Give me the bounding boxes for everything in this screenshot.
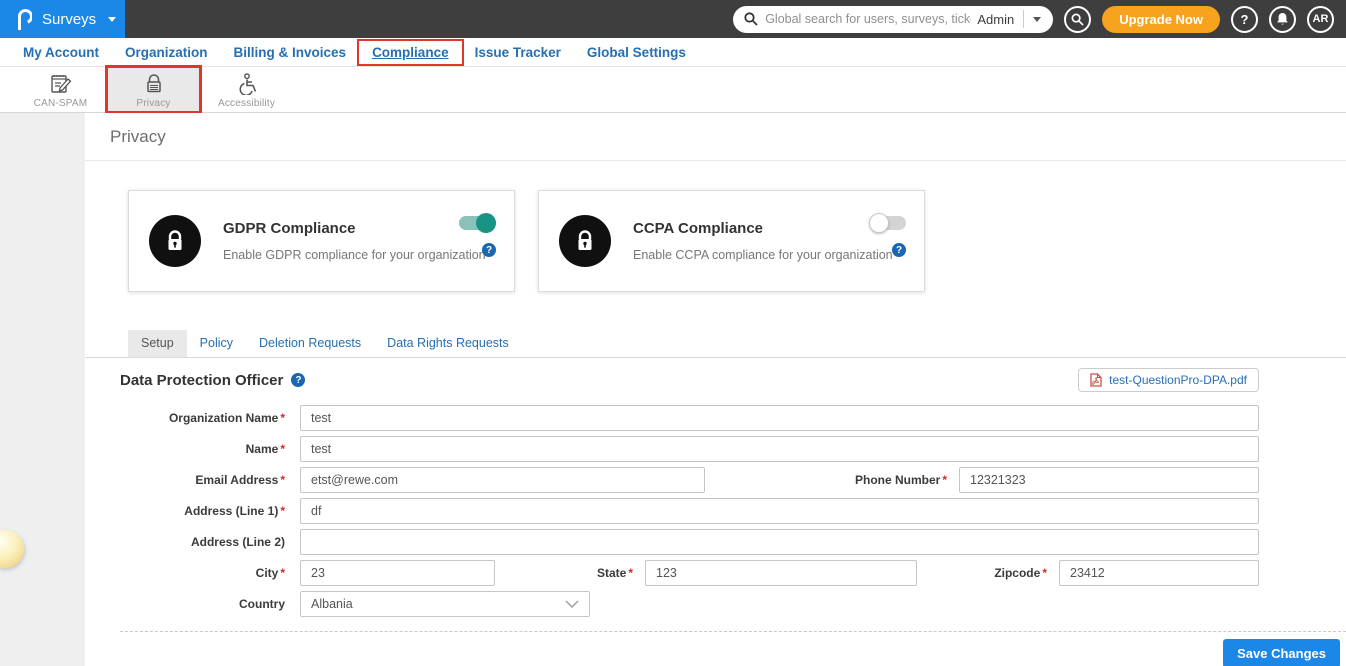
- subnav-label: Accessibility: [218, 98, 275, 109]
- dpo-header: Data Protection Officer ? test-QuestionP…: [85, 358, 1346, 392]
- topbar-actions: Admin Upgrade Now ? AR: [733, 6, 1346, 33]
- ccpa-card: CCPA Compliance Enable CCPA compliance f…: [538, 190, 925, 292]
- compliance-subnav: CAN-SPAM Privacy Accessibility: [0, 67, 1346, 113]
- nav-my-account[interactable]: My Account: [10, 41, 112, 64]
- ccpa-card-description: Enable CCPA compliance for your organiza…: [633, 248, 893, 262]
- zipcode-label: Zipcode*: [917, 566, 1059, 580]
- form-row-email-phone: Email Address* Phone Number*: [85, 467, 1346, 493]
- admin-nav: My Account Organization Billing & Invoic…: [0, 38, 1346, 67]
- help-button[interactable]: ?: [1231, 6, 1258, 33]
- pdf-file-icon: [1090, 373, 1102, 387]
- tab-policy[interactable]: Policy: [187, 330, 246, 357]
- avatar[interactable]: AR: [1307, 6, 1334, 33]
- address-line1-input[interactable]: [300, 498, 1259, 524]
- page-area: Privacy GDPR Compliance Enable GDPR comp…: [0, 113, 1346, 666]
- city-label: City*: [85, 566, 300, 580]
- country-select[interactable]: Albania: [300, 591, 590, 617]
- organization-name-label: Organization Name*: [85, 411, 300, 425]
- form-row-city-state-zip: City* State* Zipcode*: [85, 560, 1346, 586]
- product-name: Surveys: [42, 11, 96, 28]
- gdpr-lock-icon: [149, 215, 201, 267]
- nav-organization[interactable]: Organization: [112, 41, 221, 64]
- nav-issue-tracker[interactable]: Issue Tracker: [462, 41, 574, 64]
- form-row-address1: Address (Line 1)*: [85, 498, 1346, 524]
- country-selected-value: Albania: [311, 597, 565, 611]
- search-icon: [744, 12, 758, 26]
- gdpr-toggle[interactable]: [459, 213, 496, 233]
- zipcode-input[interactable]: [1059, 560, 1259, 586]
- dpa-attachment-name: test-QuestionPro-DPA.pdf: [1109, 373, 1247, 387]
- gdpr-help-icon[interactable]: ?: [482, 243, 496, 257]
- city-input[interactable]: [300, 560, 495, 586]
- subnav-label: Privacy: [136, 98, 170, 109]
- name-input[interactable]: [300, 436, 1259, 462]
- state-input[interactable]: [645, 560, 917, 586]
- form-row-organization: Organization Name*: [85, 405, 1346, 431]
- address-line2-input[interactable]: [300, 529, 1259, 555]
- form-row-country: Country Albania: [85, 591, 1346, 617]
- form-row-name: Name*: [85, 436, 1346, 462]
- phone-number-label: Phone Number*: [705, 473, 959, 487]
- organization-name-input[interactable]: [300, 405, 1259, 431]
- subnav-privacy[interactable]: Privacy: [107, 67, 200, 112]
- global-search: Admin: [733, 6, 1053, 33]
- dpo-form: Organization Name* Name* Email Address* …: [85, 405, 1346, 617]
- page-header: Privacy: [85, 113, 1346, 161]
- form-row-address2: Address (Line 2): [85, 529, 1346, 555]
- name-label: Name*: [85, 442, 300, 456]
- ccpa-toggle[interactable]: [869, 213, 906, 233]
- search-button[interactable]: [1064, 6, 1091, 33]
- chevron-down-icon: [565, 600, 579, 608]
- address-line1-label: Address (Line 1)*: [85, 504, 300, 518]
- bell-icon: [1276, 12, 1289, 26]
- lock-icon: [143, 73, 165, 95]
- notifications-button[interactable]: [1269, 6, 1296, 33]
- country-label: Country: [85, 597, 300, 611]
- save-changes-button[interactable]: Save Changes: [1223, 639, 1340, 666]
- state-label: State*: [495, 566, 645, 580]
- search-scope-label: Admin: [971, 10, 1024, 28]
- nav-global-settings[interactable]: Global Settings: [574, 41, 699, 64]
- email-address-label: Email Address*: [85, 473, 300, 487]
- dpa-attachment-link[interactable]: test-QuestionPro-DPA.pdf: [1078, 368, 1259, 392]
- nav-compliance[interactable]: Compliance: [359, 41, 462, 64]
- global-search-input[interactable]: [765, 12, 971, 26]
- ccpa-help-icon[interactable]: ?: [892, 243, 906, 257]
- email-address-input[interactable]: [300, 467, 705, 493]
- gdpr-card: GDPR Compliance Enable GDPR compliance f…: [128, 190, 515, 292]
- ccpa-lock-icon: [559, 215, 611, 267]
- gdpr-card-description: Enable GDPR compliance for your organiza…: [223, 248, 486, 262]
- subnav-accessibility[interactable]: Accessibility: [200, 67, 293, 112]
- product-switcher[interactable]: Surveys: [0, 0, 125, 38]
- tab-data-rights-requests[interactable]: Data Rights Requests: [374, 330, 522, 357]
- feedback-bubble[interactable]: [0, 530, 24, 568]
- subnav-label: CAN-SPAM: [34, 98, 88, 109]
- privacy-panel: Privacy GDPR Compliance Enable GDPR comp…: [85, 113, 1346, 666]
- dpo-heading: Data Protection Officer: [120, 372, 283, 389]
- tab-deletion-requests[interactable]: Deletion Requests: [246, 330, 374, 357]
- questionpro-logo-icon: [16, 8, 32, 31]
- can-spam-icon: [49, 73, 73, 95]
- tab-setup[interactable]: Setup: [128, 330, 187, 357]
- dpo-help-icon[interactable]: ?: [291, 373, 305, 387]
- gdpr-card-title: GDPR Compliance: [223, 220, 486, 237]
- upgrade-now-button[interactable]: Upgrade Now: [1102, 6, 1220, 33]
- phone-number-input[interactable]: [959, 467, 1259, 493]
- ccpa-card-title: CCPA Compliance: [633, 220, 893, 237]
- product-caret-icon: [108, 17, 116, 22]
- accessibility-icon: [235, 73, 259, 95]
- address-line2-label: Address (Line 2): [85, 535, 300, 549]
- search-scope-dropdown[interactable]: [1024, 17, 1048, 22]
- compliance-cards: GDPR Compliance Enable GDPR compliance f…: [85, 161, 1346, 292]
- nav-billing-invoices[interactable]: Billing & Invoices: [221, 41, 360, 64]
- top-bar: Surveys Admin Upgrade Now ? AR: [0, 0, 1346, 38]
- subnav-can-spam[interactable]: CAN-SPAM: [14, 67, 107, 112]
- save-row: Save Changes: [85, 632, 1346, 666]
- page-title: Privacy: [110, 127, 166, 147]
- privacy-tabs: Setup Policy Deletion Requests Data Righ…: [85, 330, 1346, 358]
